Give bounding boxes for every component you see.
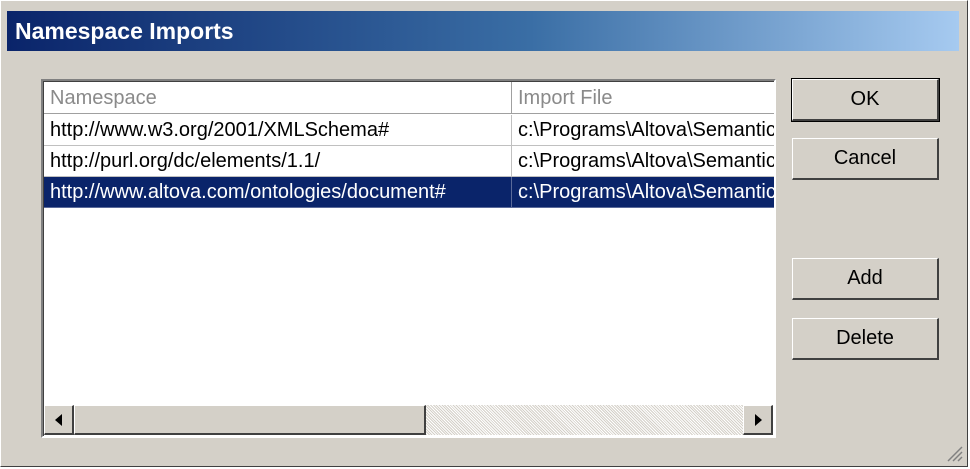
scroll-right-arrow-icon (754, 413, 762, 426)
add-button[interactable]: Add (792, 258, 939, 300)
table-row-selected[interactable]: http://www.altova.com/ontologies/documen… (44, 177, 774, 208)
window-title: Namespace Imports (15, 17, 234, 44)
resize-grip-icon[interactable] (945, 444, 963, 462)
namespace-list[interactable]: Namespace Import File http://www.w3.org/… (41, 79, 776, 438)
import-file-cell: c:\Programs\Altova\Semantic (512, 146, 774, 177)
delete-button[interactable]: Delete (792, 318, 939, 360)
cancel-button[interactable]: Cancel (792, 138, 939, 180)
table-row[interactable]: http://www.w3.org/2001/XMLSchema# c:\Pro… (44, 115, 774, 146)
scroll-left-button[interactable] (44, 405, 74, 435)
import-file-cell: c:\Programs\Altova\Semantic (512, 177, 774, 208)
scroll-right-button[interactable] (743, 405, 773, 435)
title-bar[interactable]: Namespace Imports (7, 11, 959, 51)
namespace-cell: http://purl.org/dc/elements/1.1/ (44, 146, 512, 177)
list-rows: http://www.w3.org/2001/XMLSchema# c:\Pro… (44, 115, 774, 208)
scroll-left-arrow-icon (54, 413, 62, 426)
table-row[interactable]: http://purl.org/dc/elements/1.1/ c:\Prog… (44, 146, 774, 177)
horizontal-scrollbar[interactable] (44, 405, 773, 435)
namespace-cell: http://www.w3.org/2001/XMLSchema# (44, 115, 512, 146)
column-header-import-file[interactable]: Import File (512, 82, 774, 114)
import-file-cell: c:\Programs\Altova\Semantic (512, 115, 774, 146)
column-header-namespace[interactable]: Namespace (44, 82, 512, 114)
namespace-cell: http://www.altova.com/ontologies/documen… (44, 177, 512, 208)
ok-button[interactable]: OK (791, 78, 940, 122)
scrollbar-thumb[interactable] (74, 405, 426, 435)
list-header: Namespace Import File (44, 82, 774, 114)
namespace-imports-dialog: Namespace Imports Namespace Import File … (0, 0, 968, 467)
